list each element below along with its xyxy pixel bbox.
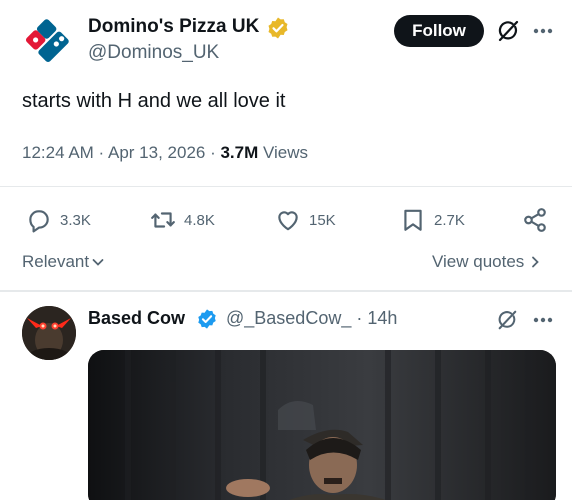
reply-count: 3.3K [60, 211, 91, 229]
post-meta: 12:24 AM · Apr 13, 2026 · 3.7M Views [22, 143, 308, 163]
reply-author-name[interactable]: Based Cow [88, 308, 185, 329]
like-count: 15K [309, 211, 336, 229]
section-divider [0, 290, 572, 292]
avatar-image [22, 306, 76, 360]
grok-icon[interactable] [496, 19, 520, 43]
sort-relevant-dropdown[interactable]: Relevant [22, 252, 105, 272]
share-icon [524, 208, 546, 232]
view-quotes-label: View quotes [432, 252, 525, 271]
bookmark-icon [404, 209, 422, 231]
repost-icon [151, 212, 175, 228]
more-options-icon[interactable] [530, 19, 556, 43]
chevron-down-icon [92, 259, 104, 266]
dominos-logo-avatar[interactable] [22, 16, 72, 66]
heart-icon [278, 211, 298, 231]
author-name[interactable]: Domino's Pizza UK [88, 16, 259, 38]
media-photo [88, 350, 556, 500]
share-button[interactable] [522, 206, 548, 234]
chevron-right-icon [532, 256, 540, 268]
divider [0, 186, 572, 187]
post-timestamp[interactable]: 12:24 AM · Apr 13, 2026 · [22, 143, 216, 162]
bookmark-button[interactable]: 2.7K [400, 206, 465, 234]
reply-grok-icon[interactable] [496, 309, 518, 331]
bookmark-count: 2.7K [434, 211, 465, 229]
reply-media-image[interactable] [88, 350, 556, 500]
views-label: Views [263, 143, 309, 162]
reply-time[interactable]: · 14h [356, 308, 397, 328]
reply-icon [29, 210, 49, 233]
views-count: 3.7M [220, 143, 259, 162]
like-button[interactable]: 15K [275, 206, 336, 234]
reply-more-options-icon[interactable] [530, 309, 556, 331]
follow-button[interactable]: Follow [394, 15, 484, 47]
post-text: starts with H and we all love it [22, 90, 286, 112]
imgflip-watermark: imgflip.com [5, 484, 70, 497]
gold-check-icon [266, 16, 290, 40]
reply-handle-time: @_BasedCow_ · 14h [226, 308, 397, 329]
sort-relevant-label: Relevant [22, 252, 90, 271]
repost-count: 4.8K [184, 211, 215, 229]
dominos-logo-icon [22, 16, 72, 66]
reply-button[interactable]: 3.3K [26, 206, 91, 234]
repost-button[interactable]: 4.8K [150, 206, 215, 234]
view-quotes-link[interactable]: View quotes [432, 252, 540, 272]
reply-avatar[interactable] [22, 306, 76, 360]
author-handle[interactable]: @Dominos_UK [88, 42, 219, 64]
reply-handle[interactable]: @_BasedCow_ [226, 308, 351, 328]
blue-check-icon [196, 308, 218, 330]
